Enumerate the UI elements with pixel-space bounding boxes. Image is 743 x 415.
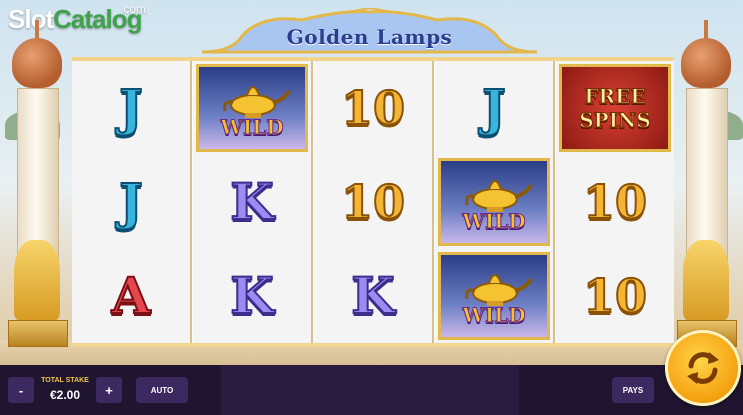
wild-symbol: WILD	[438, 158, 550, 246]
game-title: Golden Lamps	[286, 25, 453, 49]
reel-cell: 10	[314, 155, 432, 249]
total-stake-label: TOTAL STAKE	[41, 377, 89, 384]
symbol-j: J	[118, 172, 144, 231]
symbol-j: J	[481, 78, 507, 137]
message-area	[221, 365, 519, 415]
right-pillar	[677, 20, 737, 347]
free-spins-symbol: FREE SPINS	[559, 64, 671, 152]
reel-2: WILD K K	[193, 61, 311, 343]
wild-symbol: WILD	[438, 252, 550, 340]
spin-arrows-icon	[687, 352, 719, 384]
reel-cell: A	[72, 249, 190, 343]
free-spins-label: SPINS	[579, 108, 652, 133]
magic-lamp-icon	[465, 180, 533, 212]
reel-cell: WILD	[435, 249, 553, 343]
scarab-statue	[14, 240, 60, 320]
magic-lamp-icon	[223, 86, 291, 118]
reel-cell: K	[193, 155, 311, 249]
reel-4: J WILD WILD	[435, 61, 553, 343]
logo-dotcom: .com	[120, 2, 147, 16]
reel-cell: FREE SPINS	[556, 61, 674, 155]
reel-divider	[553, 61, 555, 343]
symbol-j: J	[118, 78, 144, 137]
reel-cell: J	[72, 155, 190, 249]
reel-cell: 10	[556, 155, 674, 249]
symbol-a: A	[111, 266, 152, 325]
reel-cell: K	[314, 249, 432, 343]
total-stake-value: €2.00	[49, 388, 81, 402]
wild-symbol: WILD	[196, 64, 308, 152]
title-banner: Golden Lamps	[192, 8, 547, 58]
spin-button[interactable]	[665, 330, 741, 406]
paytable-button[interactable]: PAYS	[612, 377, 654, 403]
total-stake-display: TOTAL STAKE €2.00	[40, 373, 90, 407]
symbol-k: K	[229, 266, 274, 325]
reel-5: FREE SPINS 10 10	[556, 61, 674, 343]
decrease-stake-button[interactable]: -	[8, 377, 34, 403]
wild-label: WILD	[462, 303, 526, 328]
symbol-10: 10	[582, 269, 648, 323]
symbol-10: 10	[582, 175, 648, 229]
symbol-10: 10	[340, 175, 406, 229]
reel-cell: K	[193, 249, 311, 343]
magic-lamp-icon	[465, 274, 533, 306]
dome-icon	[681, 38, 731, 88]
increase-stake-button[interactable]: +	[96, 377, 122, 403]
reel-1: JJA	[72, 61, 190, 343]
reel-cell: WILD	[193, 61, 311, 155]
reel-cell: J	[435, 61, 553, 155]
reel-divider	[190, 61, 192, 343]
reel-grid: J J A WILD K K 10 10 K J WILD WILD FREE SPINS 10 10	[72, 57, 674, 347]
wild-label: WILD	[220, 115, 284, 140]
reel-cell: 10	[556, 249, 674, 343]
control-bar: - TOTAL STAKE €2.00 + AUTO PAYS	[0, 365, 743, 415]
dome-icon	[12, 38, 62, 88]
reel-divider	[311, 61, 313, 343]
reel-cell: WILD	[435, 155, 553, 249]
wild-label: WILD	[462, 209, 526, 234]
free-spins-label: FREE	[584, 84, 646, 109]
autoplay-button[interactable]: AUTO	[136, 377, 188, 403]
reel-cell: 10	[314, 61, 432, 155]
symbol-10: 10	[340, 81, 406, 135]
reel-divider	[432, 61, 434, 343]
reel-cell: J	[72, 61, 190, 155]
reel-3: 10 10 K	[314, 61, 432, 343]
symbol-k: K	[350, 266, 395, 325]
left-pillar	[8, 20, 68, 347]
symbol-k: K	[229, 172, 274, 231]
scarab-statue	[683, 240, 729, 320]
